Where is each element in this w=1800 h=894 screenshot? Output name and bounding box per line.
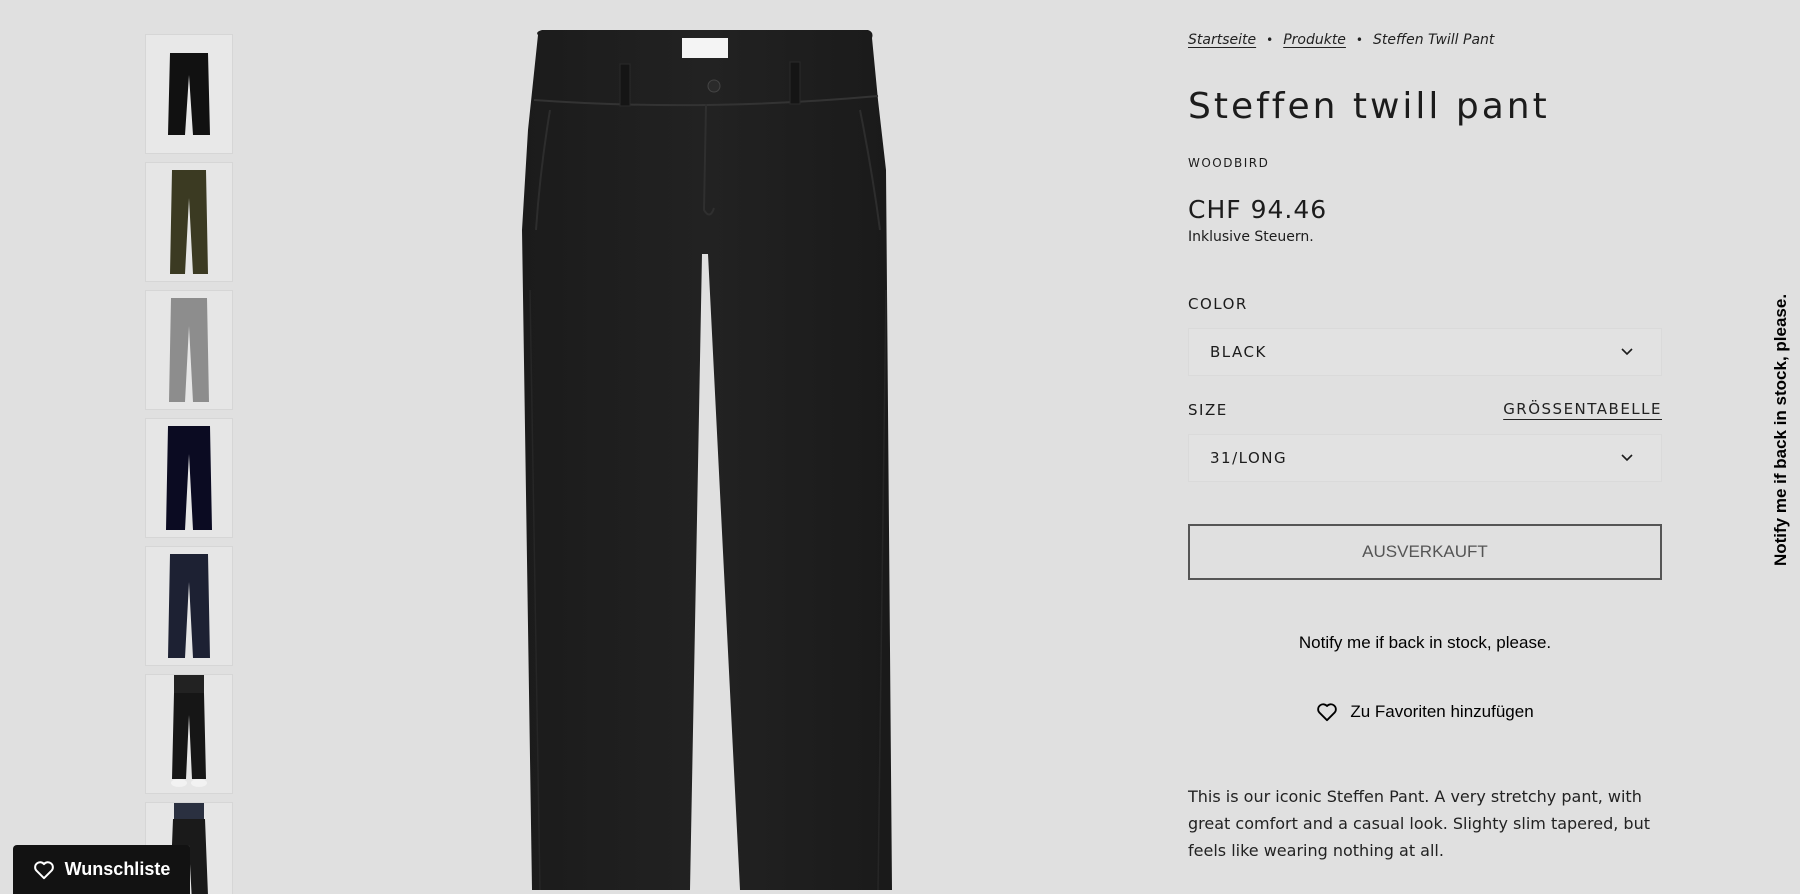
heart-icon xyxy=(33,860,54,879)
pants-dark-navy-image xyxy=(166,426,212,530)
model-front-image xyxy=(171,675,207,787)
color-select[interactable]: BLACK xyxy=(1188,328,1662,376)
breadcrumb-current: Steffen Twill Pant xyxy=(1373,32,1495,48)
thumbnail-navy[interactable] xyxy=(145,546,233,666)
pants-olive-image xyxy=(170,170,208,274)
size-chart-link[interactable]: GRÖSSENTABELLE xyxy=(1503,400,1662,418)
sold-out-button[interactable]: AUSVERKAUFT xyxy=(1188,524,1662,580)
size-label: SIZE xyxy=(1188,401,1228,419)
size-select[interactable]: 31/LONG xyxy=(1188,434,1662,482)
product-page: Startseite • Produkte • Steffen Twill Pa… xyxy=(0,0,1800,894)
thumbnail-grey[interactable] xyxy=(145,290,233,410)
notify-side-tab[interactable]: Notify me if back in stock, please. xyxy=(1766,285,1796,575)
breadcrumb-products-link[interactable]: Produkte xyxy=(1283,32,1346,48)
pants-grey-image xyxy=(169,298,209,402)
product-description: This is our iconic Steffen Pant. A very … xyxy=(1188,787,1650,860)
breadcrumb: Startseite • Produkte • Steffen Twill Pa… xyxy=(1188,32,1494,48)
color-label: COLOR xyxy=(1188,295,1248,313)
notify-back-in-stock-link[interactable]: Notify me if back in stock, please. xyxy=(1188,633,1662,653)
main-product-image[interactable] xyxy=(500,30,920,894)
chevron-down-icon xyxy=(1621,348,1633,356)
add-to-favorites-label: Zu Favoriten hinzufügen xyxy=(1350,702,1534,721)
chevron-down-icon xyxy=(1621,454,1633,462)
heart-icon xyxy=(1317,703,1338,722)
wishlist-label: Wunschliste xyxy=(64,859,171,879)
breadcrumb-home-link[interactable]: Startseite xyxy=(1188,32,1256,48)
thumbnail-gallery xyxy=(145,34,233,894)
thumbnail-olive[interactable] xyxy=(145,162,233,282)
pants-black-image xyxy=(168,53,210,135)
breadcrumb-separator: • xyxy=(1355,33,1363,47)
thumbnail-black[interactable] xyxy=(145,34,233,154)
product-price: CHF 94.46 xyxy=(1188,195,1328,224)
wishlist-button[interactable]: Wunschliste xyxy=(13,845,190,894)
notify-side-tab-label: Notify me if back in stock, please. xyxy=(1771,293,1790,567)
thumbnail-dark-navy[interactable] xyxy=(145,418,233,538)
product-vendor: WOODBIRD xyxy=(1188,156,1270,170)
pants-navy-image xyxy=(168,554,210,658)
thumbnail-model-front[interactable] xyxy=(145,674,233,794)
product-title: Steffen twill pant xyxy=(1188,86,1550,127)
size-select-value: 31/LONG xyxy=(1210,449,1288,467)
pants-main-image xyxy=(522,30,892,891)
tax-note: Inklusive Steuern. xyxy=(1188,229,1314,245)
color-select-value: BLACK xyxy=(1210,343,1267,361)
add-to-favorites-button[interactable]: Zu Favoriten hinzufügen xyxy=(1188,702,1662,722)
breadcrumb-separator: • xyxy=(1266,33,1274,47)
